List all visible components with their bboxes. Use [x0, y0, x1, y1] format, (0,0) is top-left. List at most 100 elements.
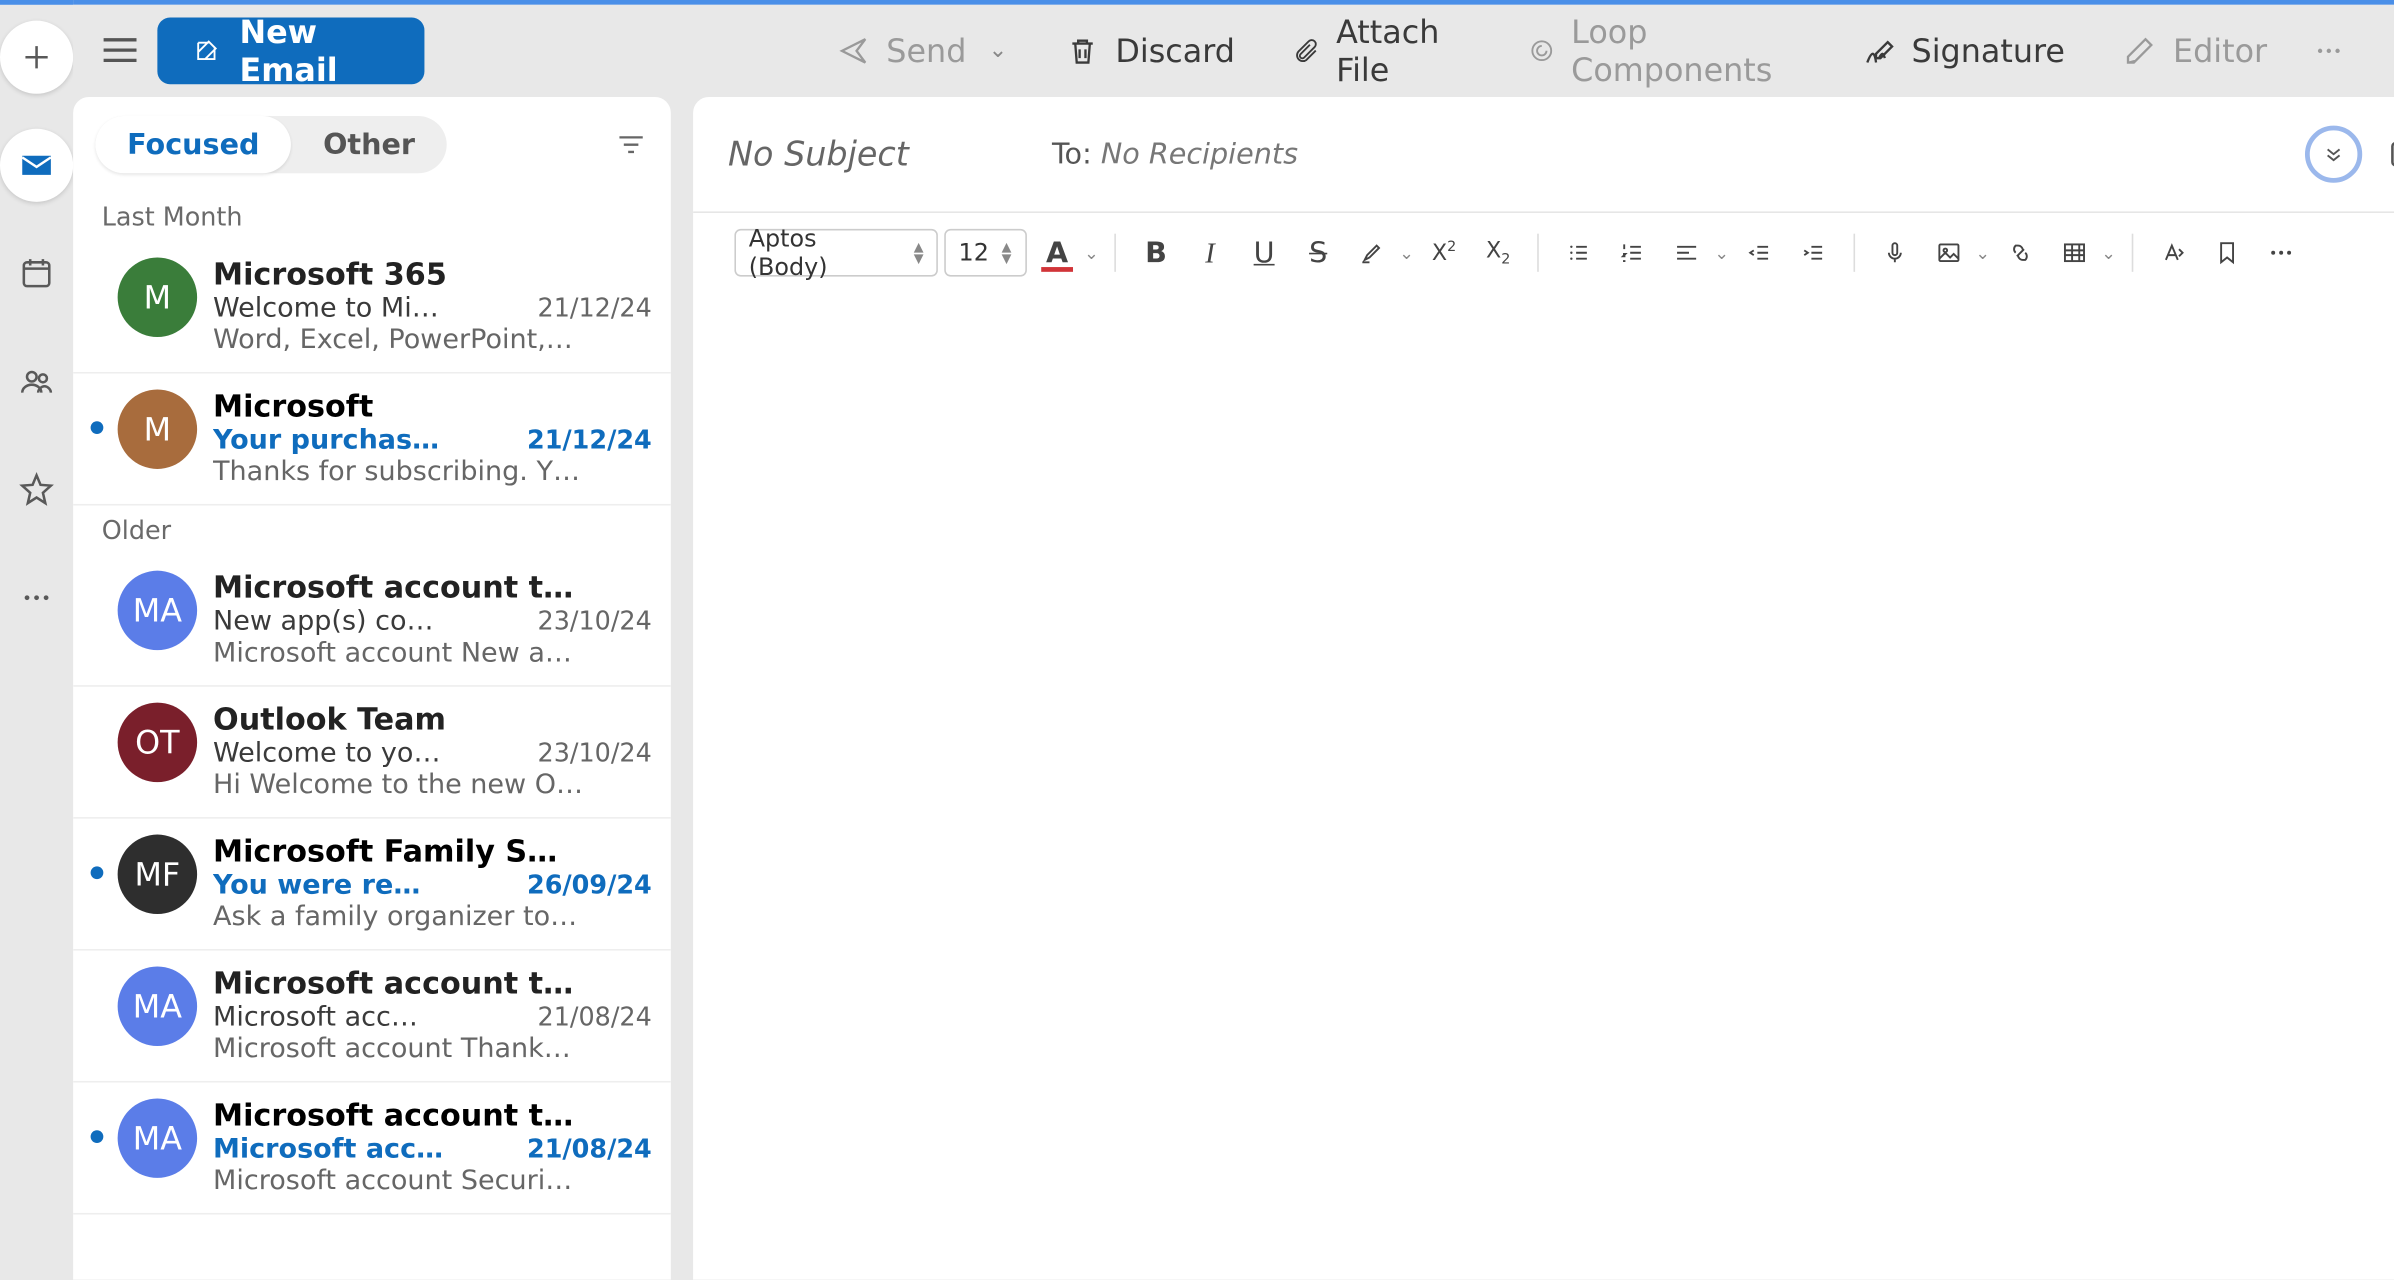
new-email-button[interactable]: New Email: [157, 17, 424, 84]
unread-indicator: [86, 1098, 108, 1143]
sender-name: Microsoft: [213, 389, 652, 424]
avatar: MF: [118, 835, 197, 914]
favorites-nav-button[interactable]: [0, 453, 73, 526]
message-preview: Microsoft account Securi…: [213, 1165, 652, 1197]
editor-label: Editor: [2173, 32, 2267, 70]
loop-icon: [1527, 37, 1555, 65]
spinner-icon: ▲▼: [914, 242, 924, 264]
superscript-button[interactable]: X2: [1420, 229, 1468, 277]
send-icon: [835, 33, 870, 68]
clear-format-button[interactable]: [2203, 229, 2251, 277]
popout-button[interactable]: [2385, 135, 2394, 173]
italic-button[interactable]: I: [1186, 229, 1234, 277]
hamburger-icon: [95, 26, 144, 75]
avatar: M: [118, 389, 197, 468]
mail-nav-button[interactable]: [0, 129, 73, 202]
formatting-toolbar: Aptos (Body) ▲▼ 12 ▲▼ A ⌄ B I U S ⌄: [693, 213, 2394, 292]
expand-header-button[interactable]: [2305, 126, 2362, 183]
sender-name: Outlook Team: [213, 703, 652, 738]
message-subject: Microsoft acc…: [213, 1001, 418, 1033]
compose-body[interactable]: [693, 292, 2394, 1279]
plus-icon: [17, 38, 55, 76]
font-color-button[interactable]: A: [1033, 229, 1081, 277]
more-nav-button[interactable]: [0, 561, 73, 634]
unread-indicator: [86, 389, 108, 434]
format-overflow-button[interactable]: [2257, 229, 2305, 277]
message-preview: Hi Welcome to the new O…: [213, 769, 652, 801]
compose-quick-button[interactable]: [0, 21, 73, 94]
editor-button[interactable]: Editor: [2100, 19, 2289, 83]
signature-button[interactable]: Signature: [1838, 19, 2087, 83]
link-button[interactable]: [1996, 229, 2044, 277]
bullet-list-button[interactable]: [1555, 229, 1603, 277]
loop-button[interactable]: Loop Components: [1505, 19, 1826, 83]
star-icon: [17, 471, 55, 509]
image-button[interactable]: [1925, 229, 1973, 277]
hamburger-button[interactable]: [95, 21, 144, 81]
message-date: 26/09/24: [527, 870, 652, 900]
send-button[interactable]: Send ⌄: [813, 19, 1029, 83]
chevron-down-icon[interactable]: ⌄: [2101, 242, 2116, 263]
subscript-button[interactable]: X2: [1474, 229, 1522, 277]
compose-pane: No Subject To: No Recipients Aptos (: [693, 97, 2394, 1280]
font-size-dropdown[interactable]: 12 ▲▼: [944, 229, 1027, 277]
outdent-button[interactable]: [1735, 229, 1783, 277]
calendar-nav-button[interactable]: [0, 237, 73, 310]
align-button[interactable]: [1663, 229, 1711, 277]
calendar-icon: [17, 254, 55, 292]
message-row[interactable]: MFMicrosoft Family S…You were re…26/09/2…: [73, 819, 671, 951]
attach-label: Attach File: [1336, 13, 1470, 89]
table-icon: [2060, 238, 2089, 267]
nav-rail: [0, 0, 73, 1280]
new-email-label: New Email: [240, 13, 390, 89]
collapse-ribbon-button[interactable]: [2369, 19, 2394, 83]
message-row[interactable]: MAMicrosoft account t…New app(s) co…23/1…: [73, 555, 671, 687]
to-field[interactable]: No Recipients: [1101, 138, 1298, 171]
message-subject: Welcome to Mi…: [213, 292, 439, 324]
styles-button[interactable]: [2149, 229, 2197, 277]
unread-indicator: [86, 571, 108, 603]
message-row[interactable]: OTOutlook TeamWelcome to yo…23/10/24Hi W…: [73, 687, 671, 819]
chevron-down-icon[interactable]: ⌄: [1084, 242, 1099, 263]
underline-button[interactable]: U: [1240, 229, 1288, 277]
discard-button[interactable]: Discard: [1042, 19, 1257, 83]
message-row[interactable]: MAMicrosoft account t…Microsoft acc…21/0…: [73, 1083, 671, 1215]
ribbon-toolbar: New Email Send ⌄ Discard Attach File Loo…: [73, 5, 2394, 97]
double-chevron-down-icon: [2320, 140, 2349, 169]
message-row[interactable]: MAMicrosoft account t…Microsoft acc…21/0…: [73, 951, 671, 1083]
attach-button[interactable]: Attach File: [1270, 19, 1492, 83]
tab-other[interactable]: Other: [291, 116, 446, 173]
message-preview: Microsoft account New a…: [213, 637, 652, 669]
tab-focused[interactable]: Focused: [95, 116, 291, 173]
indent-button[interactable]: [1789, 229, 1837, 277]
message-subject: Your purchas…: [213, 424, 439, 456]
message-date: 23/10/24: [538, 738, 652, 768]
message-date: 23/10/24: [538, 606, 652, 636]
highlight-button[interactable]: [1348, 229, 1396, 277]
number-list-button[interactable]: [1609, 229, 1657, 277]
message-subject: New app(s) co…: [213, 606, 434, 638]
paperclip-icon: [1292, 37, 1320, 65]
subject-field[interactable]: No Subject: [728, 135, 909, 173]
filter-button[interactable]: [614, 127, 649, 162]
message-date: 21/12/24: [538, 292, 652, 322]
number-list-icon: [1619, 238, 1648, 267]
people-nav-button[interactable]: [0, 345, 73, 418]
sender-name: Microsoft account t…: [213, 967, 652, 1002]
signature-icon: [1861, 33, 1896, 68]
bold-button[interactable]: B: [1132, 229, 1180, 277]
unread-indicator: [86, 258, 108, 290]
chevron-down-icon[interactable]: ⌄: [1399, 242, 1414, 263]
message-row[interactable]: MMicrosoft 365Welcome to Mi…21/12/24Word…: [73, 242, 671, 374]
strikethrough-button[interactable]: S: [1294, 229, 1342, 277]
table-button[interactable]: [2050, 229, 2098, 277]
unread-indicator: [86, 703, 108, 735]
chevron-down-icon[interactable]: ⌄: [1975, 242, 1990, 263]
font-family-dropdown[interactable]: Aptos (Body) ▲▼: [734, 229, 937, 277]
chevron-down-icon[interactable]: ⌄: [1714, 242, 1729, 263]
send-label: Send: [886, 32, 966, 70]
dictate-button[interactable]: [1870, 229, 1918, 277]
message-row[interactable]: MMicrosoftYour purchas…21/12/24Thanks fo…: [73, 374, 671, 506]
ribbon-overflow-button[interactable]: [2302, 19, 2356, 83]
microphone-icon: [1880, 238, 1909, 267]
